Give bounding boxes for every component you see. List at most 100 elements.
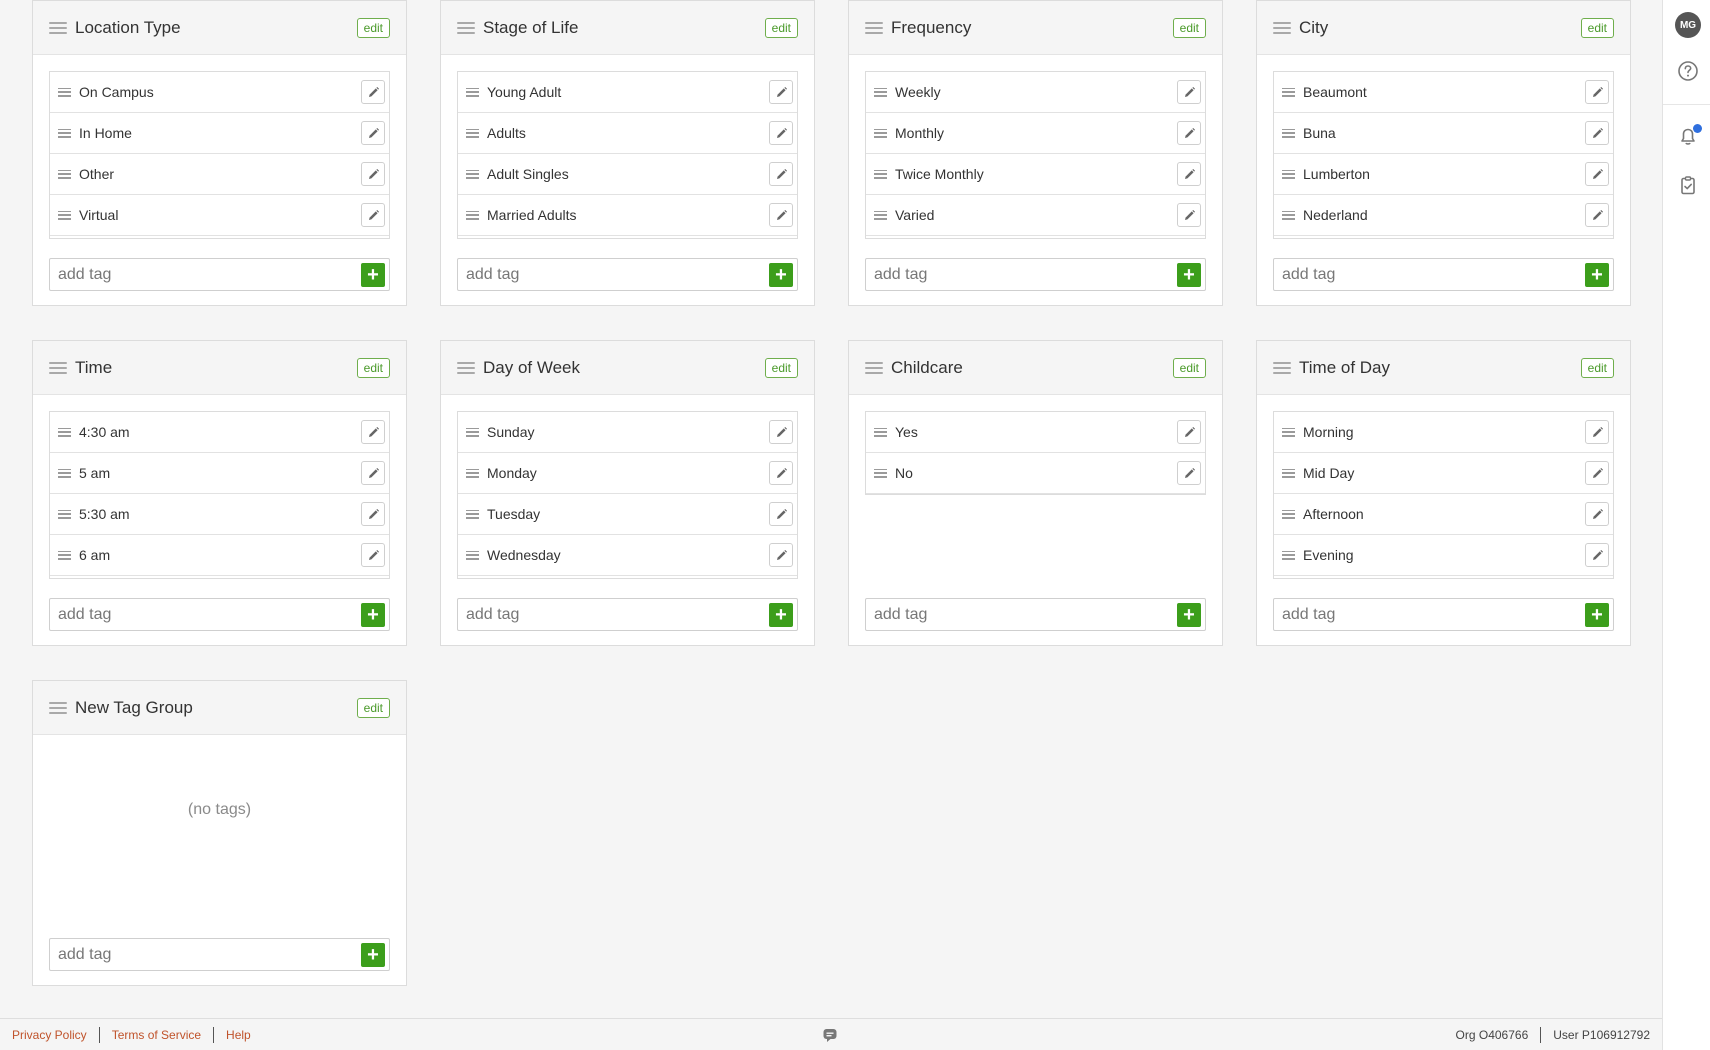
edit-tag-button[interactable] [1585, 162, 1609, 186]
tag-item[interactable]: Adult Singles [458, 154, 797, 195]
drag-handle-icon[interactable] [1282, 468, 1295, 478]
drag-handle-icon[interactable] [49, 701, 67, 714]
edit-tag-button[interactable] [361, 461, 385, 485]
drag-handle-icon[interactable] [58, 128, 71, 138]
edit-tag-button[interactable] [769, 543, 793, 567]
tag-item[interactable]: On Campus [50, 72, 389, 113]
edit-tag-button[interactable] [769, 121, 793, 145]
drag-handle-icon[interactable] [49, 21, 67, 34]
drag-handle-icon[interactable] [874, 87, 887, 97]
drag-handle-icon[interactable] [58, 210, 71, 220]
drag-handle-icon[interactable] [466, 210, 479, 220]
tag-item[interactable]: Sunday [458, 412, 797, 453]
tag-item[interactable]: Afternoon [1274, 494, 1613, 535]
drag-handle-icon[interactable] [1282, 509, 1295, 519]
tag-item[interactable]: Varied [866, 195, 1205, 236]
drag-handle-icon[interactable] [466, 509, 479, 519]
add-tag-button[interactable]: + [1585, 602, 1609, 627]
drag-handle-icon[interactable] [466, 550, 479, 560]
edit-tag-button[interactable] [1177, 420, 1201, 444]
terms-of-service-link[interactable]: Terms of Service [112, 1028, 201, 1042]
drag-handle-icon[interactable] [1282, 169, 1295, 179]
drag-handle-icon[interactable] [466, 169, 479, 179]
tag-item[interactable]: Weekly [866, 72, 1205, 113]
add-tag-input[interactable] [1274, 265, 1585, 284]
edit-tag-button[interactable] [1585, 502, 1609, 526]
tag-item[interactable]: Wednesday [458, 535, 797, 576]
drag-handle-icon[interactable] [1282, 128, 1295, 138]
edit-tag-button[interactable] [1177, 162, 1201, 186]
privacy-policy-link[interactable]: Privacy Policy [12, 1028, 87, 1042]
edit-tag-button[interactable] [361, 543, 385, 567]
drag-handle-icon[interactable] [865, 361, 883, 374]
tag-item[interactable]: Married Adults [458, 195, 797, 236]
drag-handle-icon[interactable] [457, 361, 475, 374]
drag-handle-icon[interactable] [874, 128, 887, 138]
drag-handle-icon[interactable] [1282, 210, 1295, 220]
edit-tag-button[interactable] [361, 80, 385, 104]
tag-item[interactable]: Lumberton [1274, 154, 1613, 195]
edit-group-button[interactable]: edit [764, 17, 798, 38]
add-tag-button[interactable]: + [1177, 262, 1201, 287]
drag-handle-icon[interactable] [58, 509, 71, 519]
help-link[interactable]: Help [226, 1028, 251, 1042]
add-tag-input[interactable] [866, 265, 1177, 284]
tag-item[interactable]: Young Adult [458, 72, 797, 113]
edit-tag-button[interactable] [361, 502, 385, 526]
drag-handle-icon[interactable] [466, 87, 479, 97]
drag-handle-icon[interactable] [466, 427, 479, 437]
edit-tag-button[interactable] [769, 162, 793, 186]
add-tag-input[interactable] [1274, 605, 1585, 624]
drag-handle-icon[interactable] [58, 427, 71, 437]
drag-handle-icon[interactable] [1282, 550, 1295, 560]
edit-group-button[interactable]: edit [356, 697, 390, 718]
edit-tag-button[interactable] [769, 420, 793, 444]
drag-handle-icon[interactable] [58, 169, 71, 179]
edit-group-button[interactable]: edit [764, 357, 798, 378]
tag-item[interactable]: Beaumont [1274, 72, 1613, 113]
tag-item[interactable]: 5:30 am [50, 494, 389, 535]
tag-item[interactable]: Twice Monthly [866, 154, 1205, 195]
tag-item[interactable]: Adults [458, 113, 797, 154]
tag-item[interactable]: Morning [1274, 412, 1613, 453]
edit-tag-button[interactable] [1585, 203, 1609, 227]
drag-handle-icon[interactable] [466, 468, 479, 478]
drag-handle-icon[interactable] [865, 21, 883, 34]
edit-group-button[interactable]: edit [1580, 357, 1614, 378]
add-tag-button[interactable]: + [1177, 602, 1201, 627]
edit-tag-button[interactable] [1585, 543, 1609, 567]
edit-tag-button[interactable] [1177, 80, 1201, 104]
add-tag-input[interactable] [50, 265, 361, 284]
tag-item[interactable]: 4:30 am [50, 412, 389, 453]
edit-group-button[interactable]: edit [1580, 17, 1614, 38]
drag-handle-icon[interactable] [49, 361, 67, 374]
edit-tag-button[interactable] [769, 80, 793, 104]
edit-tag-button[interactable] [1177, 203, 1201, 227]
clipboard-check-icon[interactable] [1677, 174, 1699, 196]
edit-tag-button[interactable] [361, 420, 385, 444]
add-tag-input[interactable] [50, 605, 361, 624]
edit-tag-button[interactable] [361, 162, 385, 186]
tag-item[interactable]: Tuesday [458, 494, 797, 535]
add-tag-button[interactable]: + [1585, 262, 1609, 287]
tag-item[interactable]: Nederland [1274, 195, 1613, 236]
tag-item[interactable]: In Home [50, 113, 389, 154]
tag-item[interactable]: Monthly [866, 113, 1205, 154]
tag-item[interactable]: No [866, 453, 1205, 494]
drag-handle-icon[interactable] [58, 468, 71, 478]
add-tag-button[interactable]: + [769, 262, 793, 287]
tag-item[interactable]: Monday [458, 453, 797, 494]
add-tag-input[interactable] [866, 605, 1177, 624]
edit-tag-button[interactable] [1585, 420, 1609, 444]
edit-group-button[interactable]: edit [1172, 17, 1206, 38]
edit-tag-button[interactable] [361, 203, 385, 227]
drag-handle-icon[interactable] [874, 427, 887, 437]
drag-handle-icon[interactable] [874, 169, 887, 179]
add-tag-button[interactable]: + [361, 602, 385, 627]
tag-item[interactable]: Virtual [50, 195, 389, 236]
drag-handle-icon[interactable] [58, 87, 71, 97]
tag-item[interactable]: Other [50, 154, 389, 195]
add-tag-input[interactable] [458, 605, 769, 624]
tag-item[interactable]: 6 am [50, 535, 389, 576]
edit-tag-button[interactable] [1177, 121, 1201, 145]
